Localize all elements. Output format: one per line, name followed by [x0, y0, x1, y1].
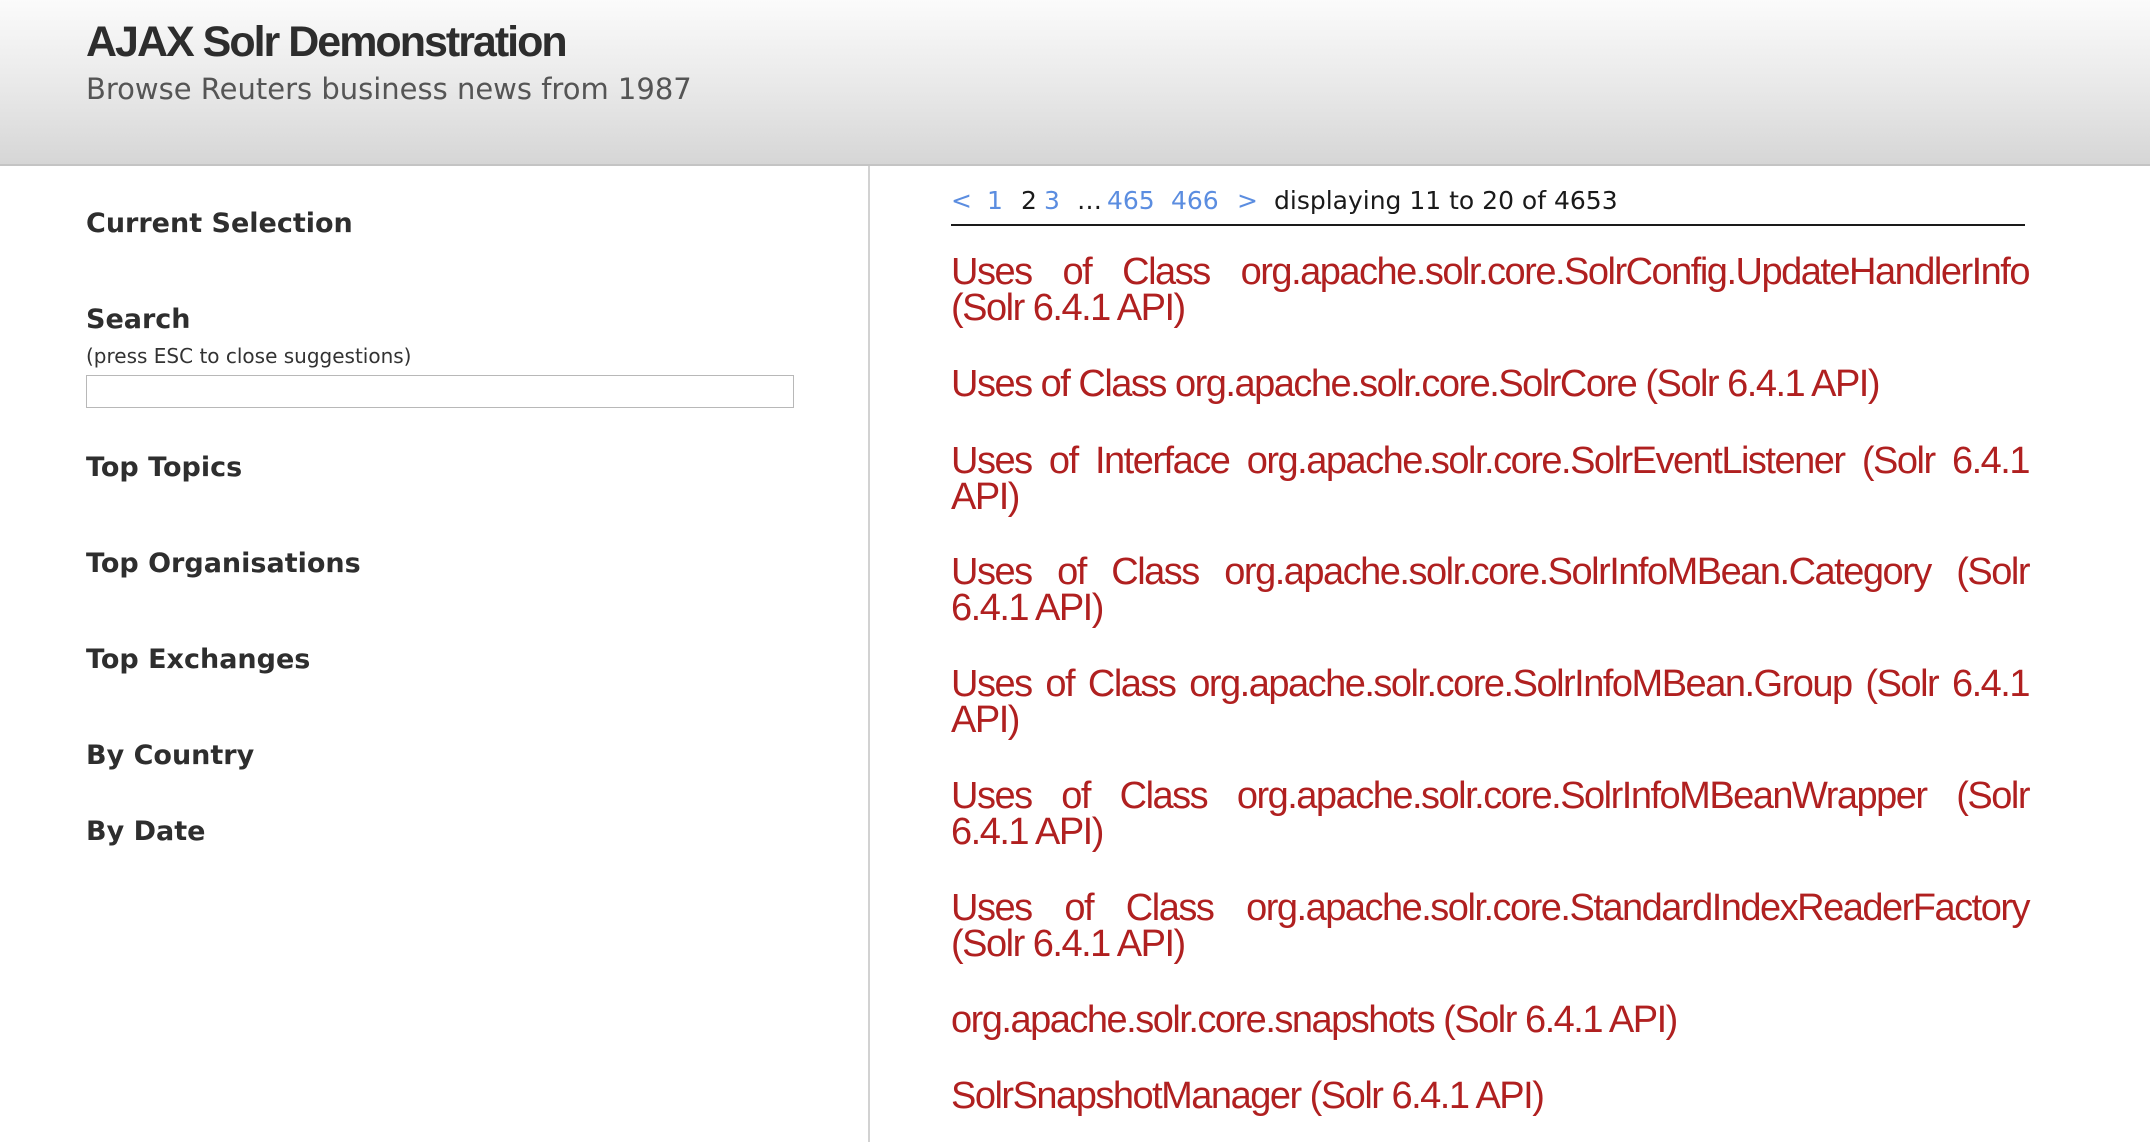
result-link[interactable]: Uses of Class org.apache.solr.core.SolrI… [951, 777, 2031, 851]
top-organisations-heading: Top Organisations [86, 548, 361, 579]
result-link[interactable]: org.apache.solr.core.snapshots (Solr 6.4… [951, 1001, 2029, 1039]
pager: < 1 2 3 … 465 466 > displaying 11 to 20 … [951, 186, 2025, 226]
pager-page-3-link[interactable]: 3 [1044, 186, 1060, 215]
page-subtitle: Browse Reuters business news from 1987 [86, 72, 692, 106]
result-link[interactable]: Uses of Class org.apache.solr.core.SolrC… [951, 365, 2029, 403]
pager-info: displaying 11 to 20 of 4653 [1274, 186, 1618, 215]
result-link[interactable]: Uses of Class org.apache.solr.core.SolrC… [951, 253, 2031, 327]
top-topics-heading: Top Topics [86, 452, 243, 483]
page-title: AJAX Solr Demonstration [86, 18, 568, 66]
result-link[interactable]: SolrSnapshotManager (Solr 6.4.1 API) [951, 1077, 2029, 1115]
pager-current-page: 2 [1021, 186, 1037, 215]
result-link[interactable]: Uses of Interface org.apache.solr.core.S… [951, 442, 2031, 516]
pager-next-link[interactable]: > [1237, 186, 1258, 215]
pager-page-465-link[interactable]: 465 [1107, 186, 1155, 215]
result-link[interactable]: Uses of Class org.apache.solr.core.SolrI… [951, 665, 2031, 739]
search-hint: (press ESC to close suggestions) [86, 344, 412, 368]
column-divider [868, 166, 870, 1142]
pager-page-1-link[interactable]: 1 [987, 186, 1003, 215]
by-country-heading: By Country [86, 740, 255, 771]
result-link[interactable]: Uses of Class org.apache.solr.core.SolrI… [951, 553, 2031, 627]
pager-ellipsis: … [1077, 186, 1102, 215]
result-link[interactable]: Uses of Class org.apache.solr.core.Stand… [951, 889, 2031, 963]
top-exchanges-heading: Top Exchanges [86, 644, 311, 675]
current-selection-heading: Current Selection [86, 208, 353, 239]
pager-page-466-link[interactable]: 466 [1171, 186, 1219, 215]
page-header: AJAX Solr Demonstration Browse Reuters b… [0, 0, 2150, 166]
search-heading: Search [86, 304, 191, 335]
search-input[interactable] [86, 375, 794, 408]
by-date-heading: By Date [86, 816, 206, 847]
pager-prev-link[interactable]: < [951, 186, 972, 215]
